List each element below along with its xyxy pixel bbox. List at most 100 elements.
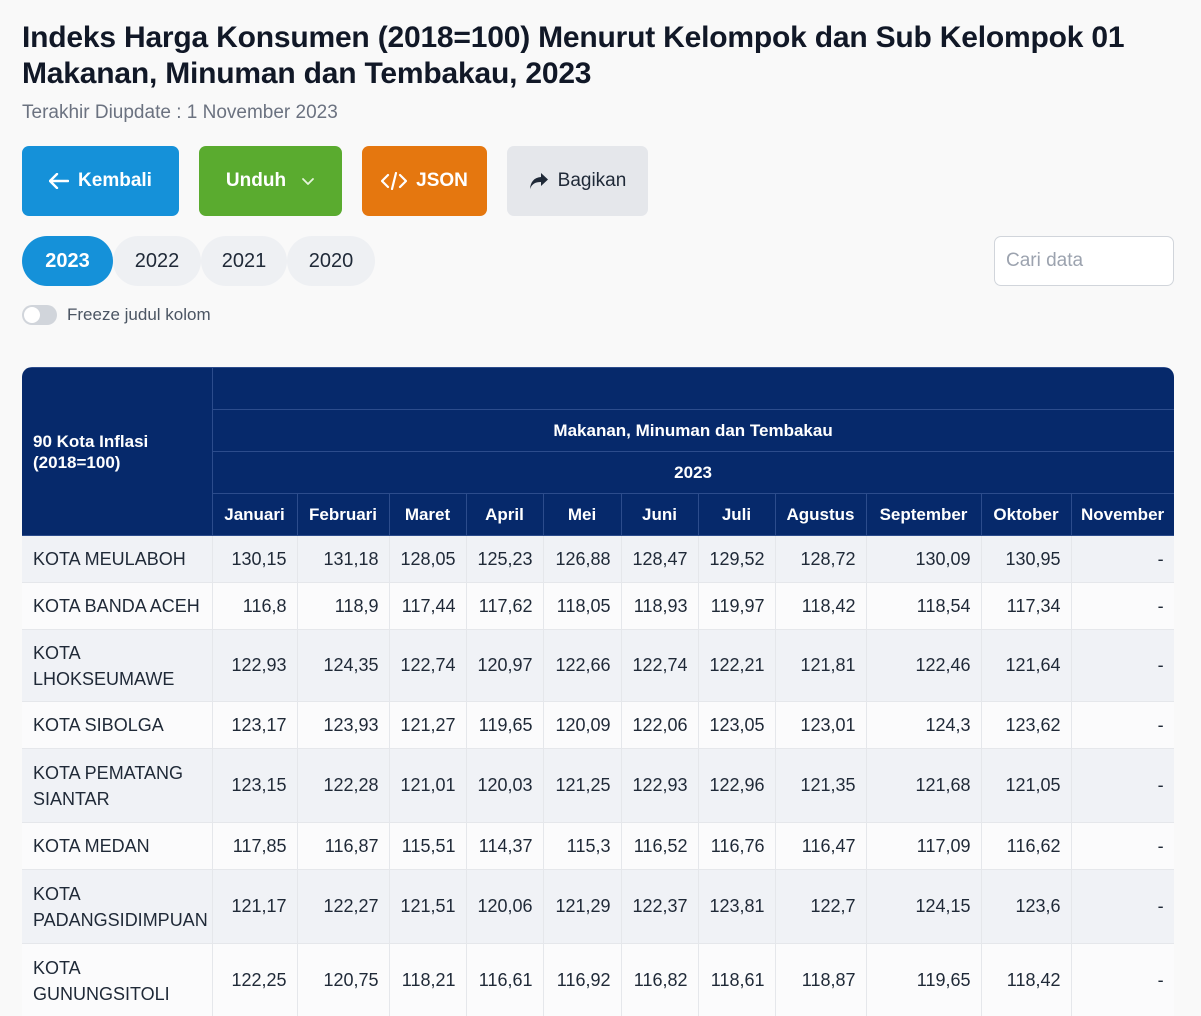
column-header-januari[interactable]: Januari — [211, 493, 298, 536]
table-cell: 118,05 — [543, 582, 622, 630]
chevron-down-icon — [301, 177, 315, 186]
table-cell: 118,54 — [866, 582, 982, 630]
table-cell: 117,44 — [389, 582, 467, 630]
table-row: KOTA LHOKSEUMAWE 122,93 124,35 122,74 120,97… — [22, 629, 1174, 702]
row-city-name: KOTA BANDA ACEH — [22, 582, 213, 630]
table-cell: 117,34 — [981, 582, 1072, 630]
column-header-november[interactable]: November — [1070, 493, 1174, 536]
table-cell: 118,9 — [297, 582, 390, 630]
share-button-label: Bagikan — [557, 170, 627, 191]
table-cell: 121,68 — [866, 748, 982, 823]
json-button-label: JSON — [416, 170, 468, 191]
freeze-label: Freeze judul kolom — [67, 305, 211, 324]
table-cell: - — [1071, 582, 1174, 630]
code-icon — [381, 172, 408, 190]
table-cell: 117,09 — [866, 822, 982, 870]
row-city-name: KOTA LHOKSEUMAWE — [22, 629, 213, 702]
column-header-mei[interactable]: Mei — [542, 493, 622, 536]
table-cell: 129,52 — [698, 535, 776, 583]
year-tab-2022[interactable]: 2022 — [113, 236, 201, 286]
table-cell: 118,42 — [981, 943, 1072, 1016]
table-cell: 124,3 — [866, 701, 982, 749]
table-cell: 121,01 — [389, 748, 467, 823]
table-cell: 120,03 — [466, 748, 544, 823]
table-cell: 124,15 — [866, 869, 982, 944]
table-cell: 123,17 — [212, 701, 298, 749]
table-cell: 122,27 — [297, 869, 390, 944]
column-header-maret[interactable]: Maret — [388, 493, 467, 536]
table-cell: 123,15 — [212, 748, 298, 823]
table-row: KOTA SIBOLGA 123,17 123,93 121,27 119,65 120,… — [22, 701, 1174, 749]
table-cell: 128,47 — [621, 535, 699, 583]
column-header-juli[interactable]: Juli — [697, 493, 776, 536]
toggle-knob — [24, 307, 40, 323]
share-button[interactable]: Bagikan — [507, 146, 648, 216]
table-cell: 123,01 — [775, 701, 867, 749]
table-cell: 122,74 — [389, 629, 467, 702]
back-button[interactable]: Kembali — [22, 146, 179, 216]
table-cell: 114,37 — [466, 822, 544, 870]
table-cell: 116,92 — [543, 943, 622, 1016]
row-city-name: KOTA MEDAN — [22, 822, 213, 870]
table-cell: 118,87 — [775, 943, 867, 1016]
table-cell: - — [1071, 535, 1174, 583]
table-cell: - — [1071, 822, 1174, 870]
data-table: 90 Kota Inflasi (2018=100) Makanan, Minu… — [22, 367, 1174, 1016]
table-cell: 122,7 — [775, 869, 867, 944]
table-cell: 116,8 — [212, 582, 298, 630]
table-cell: 123,81 — [698, 869, 776, 944]
table-cell: 115,51 — [389, 822, 467, 870]
table-cell: 122,93 — [621, 748, 699, 823]
table-cell: - — [1071, 869, 1174, 944]
table-cell: 120,06 — [466, 869, 544, 944]
table-cell: 122,37 — [621, 869, 699, 944]
year-tab-2020[interactable]: 2020 — [287, 236, 375, 286]
table-cell: 116,82 — [621, 943, 699, 1016]
table-row: KOTA GUNUNGSITOLI 122,25 120,75 118,21 116,6… — [22, 943, 1174, 1016]
column-header-oktober[interactable]: Oktober — [980, 493, 1072, 536]
table-cell: 130,95 — [981, 535, 1072, 583]
last-updated-date: 1 November 2023 — [186, 102, 338, 123]
table-cell: 116,76 — [698, 822, 776, 870]
table-cell: 120,75 — [297, 943, 390, 1016]
column-header-agustus[interactable]: Agustus — [774, 493, 867, 536]
row-city-name: KOTA PEMATANG SIANTAR — [22, 748, 213, 823]
table-cell: 117,62 — [466, 582, 544, 630]
table-cell: - — [1071, 629, 1174, 702]
search-input[interactable] — [994, 236, 1174, 286]
row-city-name: KOTA PADANGSIDIMPUAN — [22, 869, 213, 944]
table-cell: - — [1071, 748, 1174, 823]
column-header-september[interactable]: September — [865, 493, 982, 536]
header-blank-row — [211, 367, 1174, 410]
column-header-februari[interactable]: Februari — [296, 493, 390, 536]
last-updated: Terakhir Diupdate : 1 November 2023 — [22, 102, 338, 124]
year-tab-2021[interactable]: 2021 — [201, 236, 287, 286]
table-row: KOTA MEDAN 117,85 116,87 115,51 114,37 115,3 1… — [22, 822, 1174, 870]
row-city-name: KOTA SIBOLGA — [22, 701, 213, 749]
table-cell: 123,6 — [981, 869, 1072, 944]
table-cell: 122,21 — [698, 629, 776, 702]
corner-label-line1: 90 Kota Inflasi — [33, 431, 149, 451]
column-header-april[interactable]: April — [465, 493, 544, 536]
table-cell: 119,65 — [466, 701, 544, 749]
table-cell: 121,17 — [212, 869, 298, 944]
year-tabs: 2023 2022 2021 2020 — [22, 236, 375, 286]
header-group: Makanan, Minuman dan Tembakau — [211, 409, 1174, 452]
table-cell: 131,18 — [297, 535, 390, 583]
table-cell: 130,15 — [212, 535, 298, 583]
year-tab-2023[interactable]: 2023 — [22, 236, 113, 286]
column-header-juni[interactable]: Juni — [620, 493, 699, 536]
table-cell: 117,85 — [212, 822, 298, 870]
table-cell: 118,21 — [389, 943, 467, 1016]
table-cell: 122,93 — [212, 629, 298, 702]
row-city-name: KOTA GUNUNGSITOLI — [22, 943, 213, 1016]
share-arrow-icon — [529, 172, 549, 190]
table-cell: - — [1071, 701, 1174, 749]
download-button-label: Unduh — [225, 170, 287, 191]
table-cell: 116,61 — [466, 943, 544, 1016]
json-button[interactable]: JSON — [362, 146, 487, 216]
download-button[interactable]: Unduh — [199, 146, 342, 216]
freeze-toggle[interactable] — [22, 305, 57, 325]
table-cell: 130,09 — [866, 535, 982, 583]
table-body: KOTA MEULABOH 130,15 131,18 128,05 125,23 126… — [22, 535, 1174, 1016]
